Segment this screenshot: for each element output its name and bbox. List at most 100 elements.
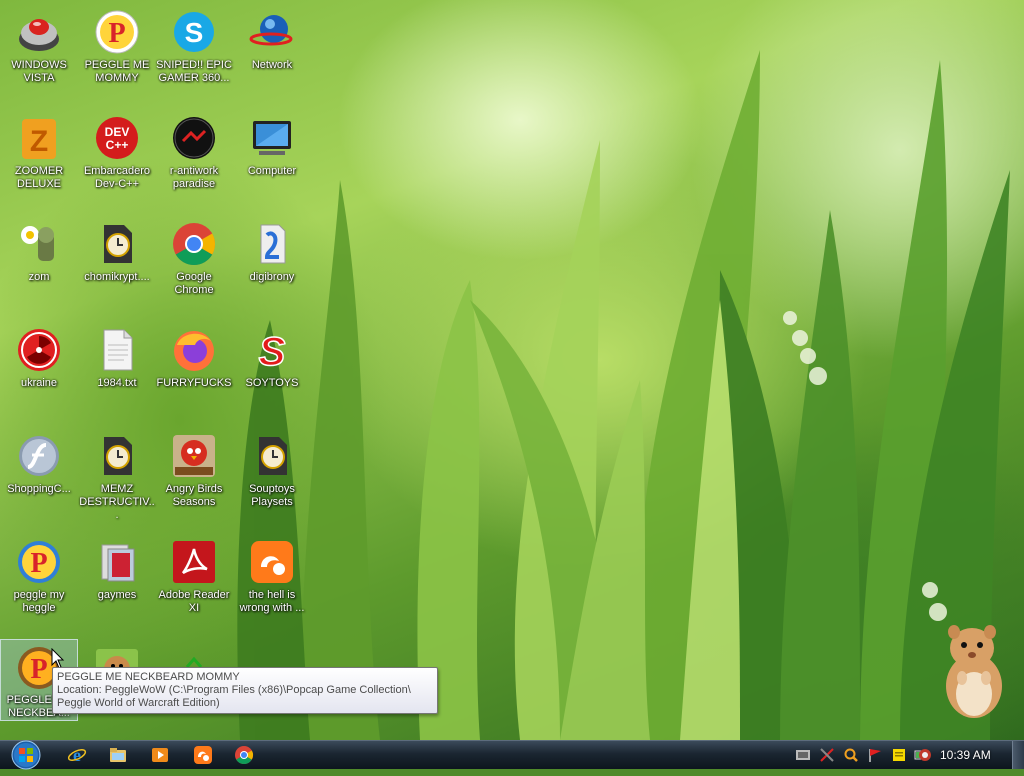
radiation-icon: [15, 326, 63, 374]
svg-text:P: P: [108, 18, 125, 49]
desktop-icon-windows-vista[interactable]: WINDOWS VISTA: [1, 4, 77, 85]
icon-label: zom: [28, 271, 50, 283]
chrome-icon: [170, 220, 218, 268]
start-button[interactable]: [6, 739, 46, 771]
icon-label: the hell is wrong with ...: [239, 589, 305, 614]
tooltip-location-cont: Peggle World of Warcraft Edition): [57, 697, 220, 709]
desktop-icon-the-hell[interactable]: the hell is wrong with ...: [234, 534, 310, 615]
firefox-icon: [170, 326, 218, 374]
peggle-icon: P: [15, 538, 63, 586]
desktop-icon-gaymes[interactable]: gaymes: [79, 534, 155, 602]
desktop-icon-angry-birds[interactable]: Angry Birds Seasons: [156, 428, 232, 509]
icon-label: digibrony: [249, 271, 295, 283]
desktop-icon-zoomer-deluxe[interactable]: Z ZOOMER DELUXE: [1, 110, 77, 191]
text-file-icon: [93, 326, 141, 374]
icon-label: MEMZ DESTRUCTIV...: [79, 483, 155, 521]
digibrony-icon: [248, 220, 296, 268]
taskbar-clock[interactable]: 10:39 AM: [940, 748, 991, 762]
icon-label: Adobe Reader XI: [158, 589, 230, 614]
peggle-icon: P: [93, 8, 141, 56]
show-desktop-button[interactable]: [1012, 741, 1024, 769]
svg-text:e: e: [73, 745, 81, 765]
icon-label: Computer: [247, 165, 297, 177]
icon-label: Embarcadero Dev-C++: [83, 165, 151, 190]
icon-label: FURRYFUCKS: [156, 377, 232, 389]
hamster-gadget[interactable]: [932, 612, 1012, 722]
computer-icon: [248, 114, 296, 162]
clock-file-icon: [93, 432, 141, 480]
uc-browser-icon: [248, 538, 296, 586]
clock-file-icon: [248, 432, 296, 480]
taskbar: e 10:39 AM: [0, 739, 1024, 771]
desktop-icon-adobe-reader[interactable]: Adobe Reader XI: [156, 534, 232, 615]
icon-label: PEGGLE ME MOMMY: [84, 59, 150, 84]
skype-icon: S: [170, 8, 218, 56]
icon-label: peggle my heggle: [13, 589, 65, 614]
desktop-icon-chomikrypt[interactable]: chomikrypt....: [79, 216, 155, 284]
flag-tray-icon[interactable]: [866, 746, 884, 764]
icon-label: ShoppingC...: [7, 483, 71, 495]
search-tray-icon[interactable]: [842, 746, 860, 764]
soytoys-icon: S: [248, 326, 296, 374]
svg-text:C++: C++: [106, 138, 129, 152]
desktop-icon-digibrony[interactable]: digibrony: [234, 216, 310, 284]
windows-vista-icon: [15, 8, 63, 56]
icon-label: Souptoys Playsets: [249, 483, 295, 508]
desktop-icon-shoppingc[interactable]: ShoppingC...: [1, 428, 77, 496]
icon-label: Google Chrome: [174, 271, 214, 296]
icon-label: SOYTOYS: [245, 377, 299, 389]
icon-label: Angry Birds Seasons: [165, 483, 223, 508]
svg-text:P: P: [30, 654, 47, 685]
antiwork-icon: [170, 114, 218, 162]
network-tray-icon[interactable]: [794, 746, 812, 764]
tooltip-title: PEGGLE ME NECKBEARD MOMMY: [57, 671, 240, 683]
dev-cpp-icon: DEV C++: [93, 114, 141, 162]
notes-tray-icon[interactable]: [890, 746, 908, 764]
desktop-icon-souptoys[interactable]: Souptoys Playsets: [234, 428, 310, 509]
icon-label: Network: [251, 59, 293, 71]
folder-media-icon: [93, 538, 141, 586]
svg-text:S: S: [185, 17, 204, 48]
desktop-icon-furryfucks[interactable]: FURRYFUCKS: [156, 322, 232, 390]
desktop-icon-google-chrome[interactable]: Google Chrome: [156, 216, 232, 297]
uc-browser-icon[interactable]: [192, 745, 214, 765]
network-globe-icon: [248, 8, 296, 56]
file-explorer-icon[interactable]: [107, 745, 129, 765]
icon-label: WINDOWS VISTA: [11, 59, 67, 84]
icon-label: chomikrypt....: [84, 271, 150, 283]
desktop-icon-ukraine[interactable]: ukraine: [1, 322, 77, 390]
flash-icon: [15, 432, 63, 480]
clock-file-icon: [93, 220, 141, 268]
zoomer-icon: Z: [15, 114, 63, 162]
desktop-icon-r-antiwork[interactable]: r-antiwork paradise: [156, 110, 232, 191]
svg-text:S: S: [259, 330, 286, 373]
desktop-icon-soytoys[interactable]: S SOYTOYS: [234, 322, 310, 390]
icon-label: ZOOMER DELUXE: [14, 165, 64, 190]
desktop-icon-network[interactable]: Network: [234, 4, 310, 72]
svg-text:Z: Z: [30, 125, 48, 158]
tools-tray-icon[interactable]: [818, 746, 836, 764]
svg-text:DEV: DEV: [105, 125, 130, 139]
media-player-icon[interactable]: [149, 745, 171, 765]
icon-label: SNIPED!! EPIC GAMER 360...: [156, 59, 232, 84]
icon-tooltip: PEGGLE ME NECKBEARD MOMMY Location: Pegg…: [52, 667, 438, 714]
adobe-reader-icon: [170, 538, 218, 586]
icon-label: gaymes: [97, 589, 137, 601]
desktop-icon-1984-txt[interactable]: 1984.txt: [79, 322, 155, 390]
chrome-icon[interactable]: [233, 745, 255, 765]
desktop-icon-peggle-me-mommy[interactable]: P PEGGLE ME MOMMY: [79, 4, 155, 85]
icon-label: r-antiwork paradise: [169, 165, 219, 190]
angry-birds-icon: [170, 432, 218, 480]
desktop-icon-zom[interactable]: zom: [1, 216, 77, 284]
desktop-icon-peggle-my-heggle[interactable]: P peggle my heggle: [1, 534, 77, 615]
tooltip-location: Location: PeggleWoW (C:\Program Files (x…: [57, 684, 411, 696]
icon-label: 1984.txt: [97, 377, 137, 389]
svg-text:P: P: [30, 548, 47, 579]
desktop-icon-computer[interactable]: Computer: [234, 110, 310, 178]
icon-label: ukraine: [20, 377, 58, 389]
desktop-icon-memz[interactable]: MEMZ DESTRUCTIV...: [79, 428, 155, 522]
volume-tray-icon[interactable]: [916, 746, 934, 764]
desktop-icon-dev-cpp[interactable]: DEV C++ Embarcadero Dev-C++: [79, 110, 155, 191]
desktop-icon-sniped[interactable]: S SNIPED!! EPIC GAMER 360...: [156, 4, 232, 85]
internet-explorer-icon[interactable]: e: [66, 745, 88, 765]
